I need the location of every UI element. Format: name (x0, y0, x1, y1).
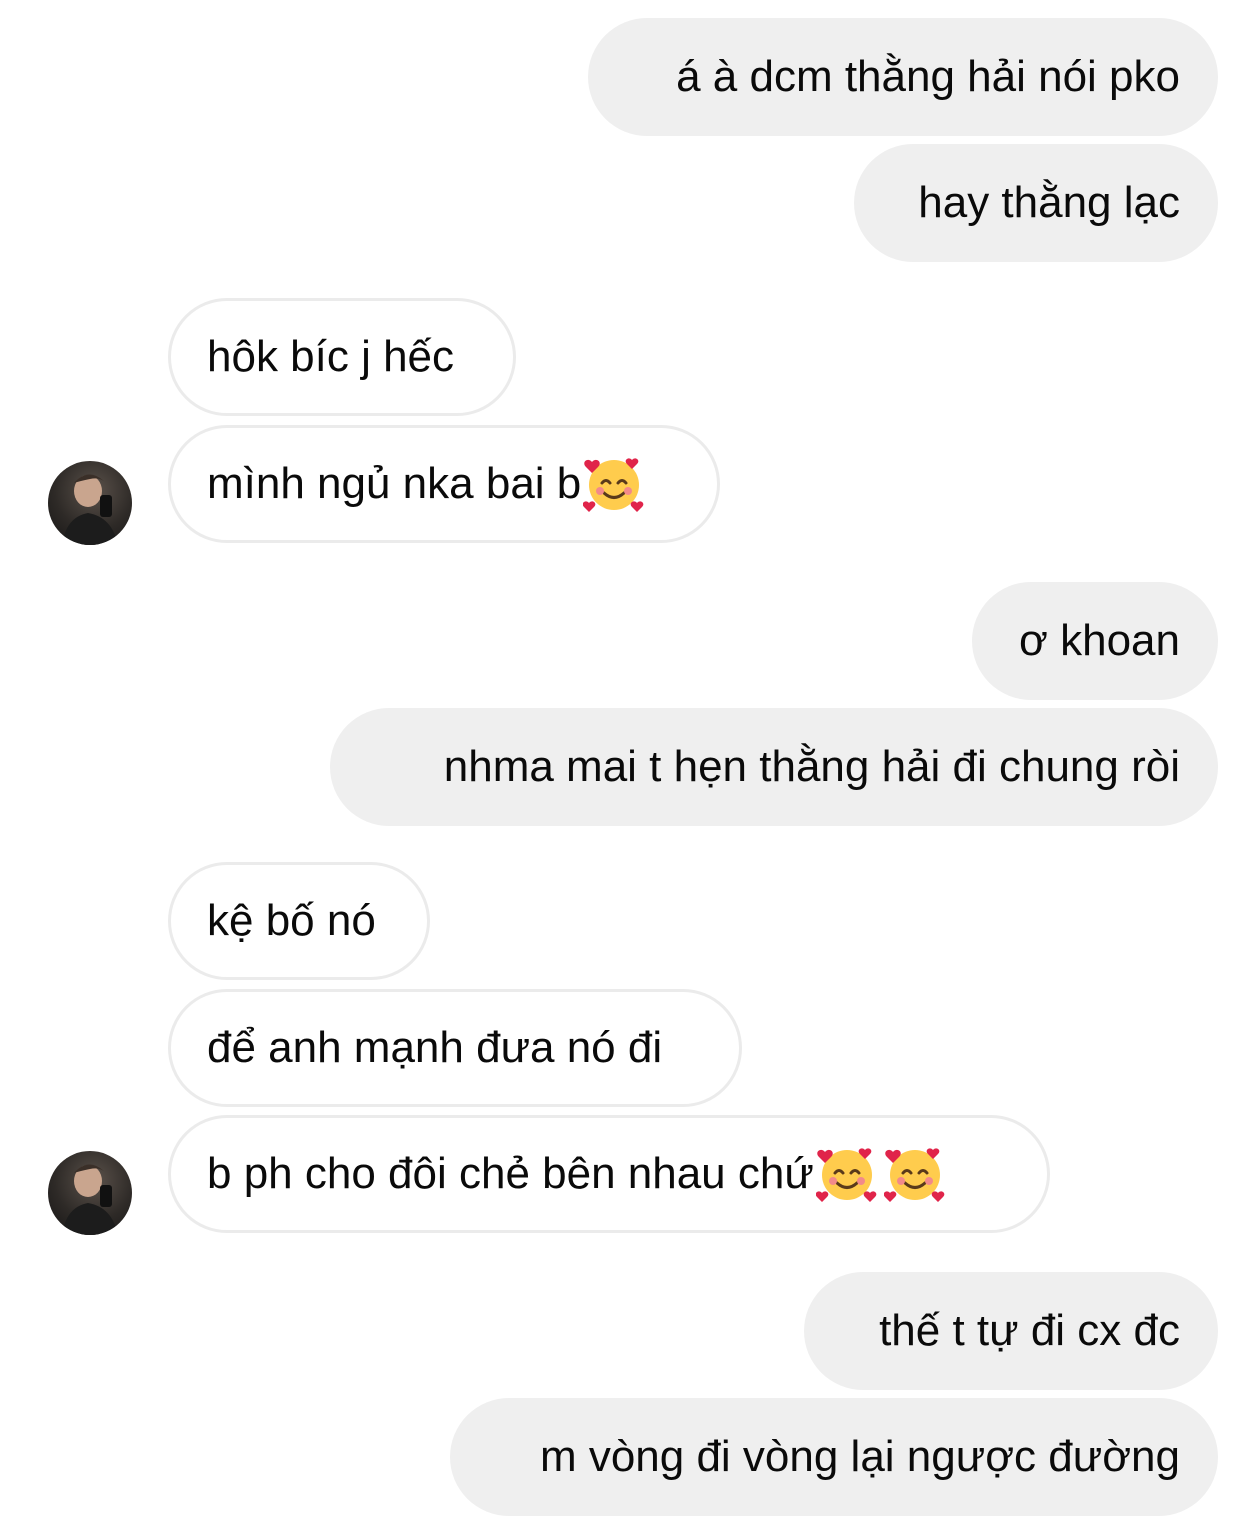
avatar[interactable] (48, 1151, 132, 1235)
message-bubble-incoming[interactable]: hôk bíc j hếc (168, 298, 516, 416)
message-text: ơ khoan (1019, 616, 1180, 665)
avatar[interactable] (48, 461, 132, 545)
message-text: á à dcm thằng hải nói pko (676, 52, 1180, 101)
message-text: kệ bố nó (207, 896, 376, 945)
message-bubble-incoming[interactable]: để anh mạnh đưa nó đi (168, 989, 742, 1107)
person-photo-icon (62, 1164, 118, 1235)
smiling-face-with-hearts-icon (815, 1148, 877, 1202)
message-bubble-outgoing[interactable]: ơ khoan (972, 582, 1218, 700)
message-bubble-incoming[interactable]: b ph cho đôi chẻ bên nhau chứ (168, 1115, 1050, 1233)
message-text: để anh mạnh đưa nó đi (207, 1023, 663, 1072)
message-bubble-incoming[interactable]: kệ bố nó (168, 862, 430, 980)
message-text: hay thằng lạc (918, 178, 1180, 227)
message-text: hôk bíc j hếc (207, 332, 455, 381)
message-text: nhma mai t hẹn thằng hải đi chung ròi (443, 742, 1180, 791)
message-bubble-incoming[interactable]: mình ngủ nka bai b (168, 425, 720, 543)
message-text: thế t tự đi cx đc (879, 1306, 1180, 1355)
message-bubble-outgoing[interactable]: nhma mai t hẹn thằng hải đi chung ròi (330, 708, 1218, 826)
message-bubble-outgoing[interactable]: thế t tự đi cx đc (804, 1272, 1218, 1390)
message-bubble-outgoing[interactable]: m vòng đi vòng lại ngược đường (450, 1398, 1218, 1516)
person-photo-icon (62, 474, 118, 545)
message-bubble-outgoing[interactable]: á à dcm thằng hải nói pko (588, 18, 1218, 136)
message-text: mình ngủ nka bai b (207, 459, 582, 508)
message-text: m vòng đi vòng lại ngược đường (539, 1432, 1180, 1481)
message-bubble-outgoing[interactable]: hay thằng lạc (854, 144, 1218, 262)
smiling-face-with-hearts-icon (883, 1148, 945, 1202)
message-text: b ph cho đôi chẻ bên nhau chứ (207, 1149, 814, 1198)
smiling-face-with-hearts-icon (583, 458, 644, 512)
